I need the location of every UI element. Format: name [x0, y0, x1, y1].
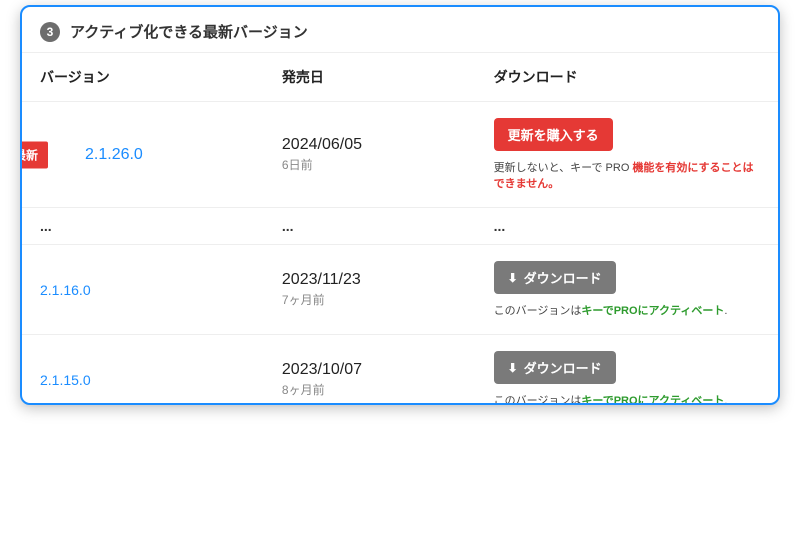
- button-label: 更新を購入する: [508, 125, 599, 144]
- version-card: 3 アクティブ化できる最新バージョン バージョン 発売日 ダウンロード 最新 2…: [20, 5, 780, 405]
- release-date: 2023/10/07: [282, 361, 458, 379]
- release-ago: 6日前: [282, 156, 458, 173]
- release-ago: 8ヶ月前: [282, 381, 458, 398]
- button-label: ダウンロード: [524, 268, 602, 287]
- version-link[interactable]: 2.1.26.0: [85, 146, 143, 164]
- table-row: 最新 2.1.26.0 2024/06/05 6日前 更新を購入する 更新しない…: [22, 102, 778, 208]
- button-label: ダウンロード: [524, 358, 602, 377]
- latest-ribbon: 最新: [20, 141, 48, 168]
- release-ago: 7ヶ月前: [282, 291, 458, 308]
- release-date: 2023/11/23: [282, 271, 458, 289]
- download-icon: ⬇: [508, 361, 518, 375]
- buy-update-button[interactable]: 更新を購入する: [494, 118, 613, 151]
- ellipsis-cell: ...: [476, 208, 778, 245]
- col-release: 発売日: [264, 53, 476, 102]
- card-title: アクティブ化できる最新バージョン: [70, 21, 308, 42]
- download-button[interactable]: ⬇ ダウンロード: [494, 261, 616, 294]
- download-icon: ⬇: [508, 271, 518, 285]
- download-button[interactable]: ⬇ ダウンロード: [494, 351, 616, 384]
- activate-note: このバージョンはキーでPROにアクティベート.: [494, 302, 760, 318]
- ellipsis-cell: ...: [264, 208, 476, 245]
- col-version: バージョン: [22, 53, 264, 102]
- update-note: 更新しないと、キーで PRO 機能を有効にすることはできません。: [494, 159, 760, 191]
- version-link[interactable]: 2.1.15.0: [40, 372, 91, 388]
- reflection-decor: 2.1.15.0 2023/10/07 8ヶ月前 ⬇ダウンロード このバージョン…: [20, 407, 780, 543]
- ellipsis-cell: ...: [22, 208, 264, 245]
- col-download: ダウンロード: [476, 53, 778, 102]
- release-date: 2024/06/05: [282, 136, 458, 154]
- activate-note: このバージョンはキーでPROにアクティベート.: [494, 392, 760, 405]
- versions-table: バージョン 発売日 ダウンロード 最新 2.1.26.0 2024/06/05 …: [22, 52, 778, 405]
- table-row: 2.1.15.0 2023/10/07 8ヶ月前 ⬇ ダウンロード このバージョ…: [22, 335, 778, 406]
- step-badge: 3: [40, 22, 60, 42]
- card-header: 3 アクティブ化できる最新バージョン: [22, 7, 778, 52]
- table-row: 2.1.16.0 2023/11/23 7ヶ月前 ⬇ ダウンロード このバージョ…: [22, 245, 778, 335]
- table-row: ... ... ...: [22, 208, 778, 245]
- version-link[interactable]: 2.1.16.0: [40, 282, 91, 298]
